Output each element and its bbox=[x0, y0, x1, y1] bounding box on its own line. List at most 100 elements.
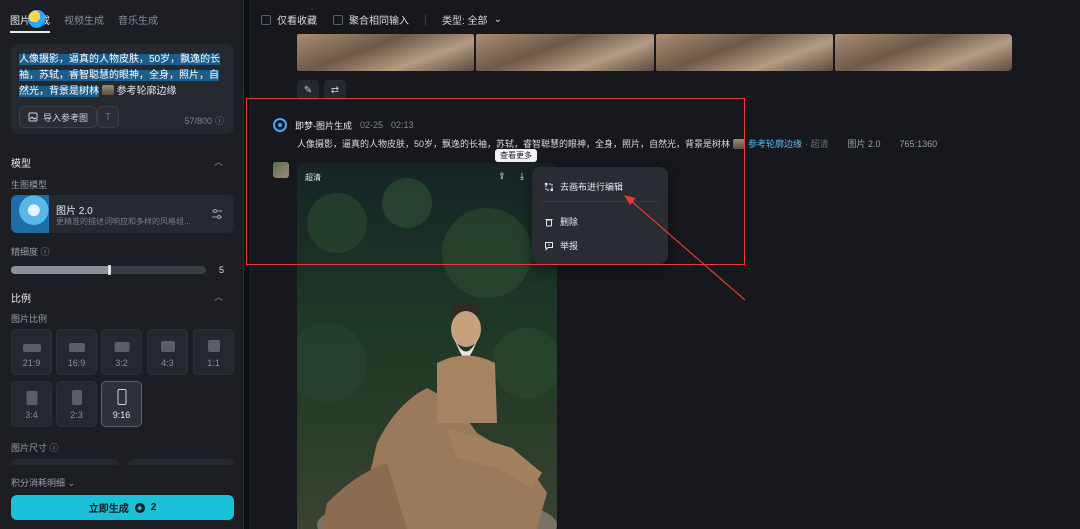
height-input[interactable] bbox=[126, 459, 234, 465]
menu-item-report[interactable]: 举报 bbox=[544, 239, 578, 252]
ratio-label: 2:3 bbox=[70, 410, 83, 420]
regenerate-button[interactable]: ⇄ bbox=[324, 80, 346, 100]
left-panel: 图片生成 视频生成 音乐生成 人像摄影，逼真的人物皮肤，50岁，飘逸的长袖，苏轼… bbox=[0, 0, 244, 529]
ratio-option-16-9[interactable]: 16:9 bbox=[56, 329, 97, 375]
model-description: 更精准的描述词响应和多样的风格组... bbox=[56, 217, 191, 226]
credit-coin-icon: ◆ bbox=[134, 502, 145, 513]
ratio-label: 9:16 bbox=[112, 410, 131, 420]
points-details-label: 积分消耗明细 bbox=[11, 478, 66, 488]
ratio-3-2-icon bbox=[114, 342, 129, 352]
canvas-edit-icon bbox=[544, 182, 554, 191]
dreamina-avatar-icon bbox=[273, 118, 287, 132]
model-name: 图片 2.0 bbox=[56, 206, 93, 217]
previous-result-image[interactable] bbox=[297, 34, 475, 71]
ratio-sub-label: 图片比例 bbox=[11, 314, 48, 324]
download-icon[interactable]: ⤓ bbox=[515, 169, 529, 183]
generate-button[interactable]: 立即生成 ◆ 2 bbox=[11, 495, 234, 520]
ratio-2-3-icon bbox=[71, 390, 82, 405]
ratio-option-9-16[interactable]: 9:16 bbox=[101, 381, 142, 427]
generation-time: 02:13 bbox=[391, 120, 414, 130]
import-reference-button[interactable]: 导入参考图 bbox=[19, 106, 98, 128]
prompt-text[interactable]: 人像摄影，逼真的人物皮肤，50岁，飘逸的长袖，苏轼，睿智聪慧的眼神，全身，照片，… bbox=[19, 52, 227, 100]
info-icon: ⓘ bbox=[49, 443, 59, 453]
checkbox-box bbox=[333, 14, 343, 25]
generation-date: 02-25 bbox=[360, 120, 384, 130]
image-size-inputs bbox=[11, 459, 234, 465]
points-details-toggle[interactable]: 积分消耗明细 ⌄ bbox=[11, 476, 75, 489]
generation-quality: · 超清 bbox=[805, 139, 829, 149]
prompt-box[interactable]: 人像摄影，逼真的人物皮肤，50岁，飘逸的长袖，苏轼，睿智聪慧的眼神，全身，照片，… bbox=[11, 44, 234, 134]
dreamina-logo-icon bbox=[28, 10, 46, 28]
model-sub-label: 生图模型 bbox=[11, 180, 48, 190]
ratio-16-9-icon bbox=[68, 343, 85, 352]
ratio-option-1-1[interactable]: 1:1 bbox=[193, 329, 234, 375]
tab-video-gen[interactable]: 视频生成 bbox=[64, 12, 104, 33]
checkbox-box bbox=[261, 14, 271, 25]
reference-thumb-icon bbox=[733, 138, 746, 149]
precision-value: 5 bbox=[219, 265, 225, 275]
only-favorites-checkbox[interactable]: 仅看收藏 bbox=[261, 12, 317, 27]
model-selector[interactable]: 图片 2.0 更精准的描述词响应和多样的风格组... bbox=[11, 195, 234, 233]
generate-cost: 2 bbox=[150, 502, 157, 513]
precision-slider[interactable] bbox=[11, 265, 206, 275]
precision-label-text: 精细度 bbox=[11, 247, 39, 257]
ratio-section-title: 比例 bbox=[11, 294, 31, 305]
merge-same-checkbox[interactable]: 聚合相同输入 bbox=[333, 12, 409, 27]
image-context-menu: 去画布进行编辑 删除 举报 bbox=[532, 167, 668, 264]
ratio-option-3-2[interactable]: 3:2 bbox=[101, 329, 142, 375]
char-counter-text: 57/800 bbox=[184, 115, 212, 126]
info-icon: ⓘ bbox=[40, 247, 50, 257]
ratio-label: 1:1 bbox=[207, 358, 220, 368]
prompt-ref-label: 参考轮廓边缘 bbox=[116, 86, 177, 97]
generation-prompt: 人像摄影，逼真的人物皮肤，50岁，飘逸的长袖，苏轼，睿智聪慧的眼神，全身，照片，… bbox=[297, 137, 937, 150]
generation-ref-label[interactable]: 参考轮廓边缘 bbox=[748, 137, 802, 150]
type-filter-dropdown[interactable]: 类型: 全部 ⌄ bbox=[442, 12, 502, 27]
generation-header: 即梦-图片生成 02-25 02:13 bbox=[273, 118, 414, 132]
pencil-icon: ✎ bbox=[303, 84, 313, 96]
generation-model: 图片 2.0 bbox=[847, 139, 881, 149]
settings-sliders-icon[interactable] bbox=[210, 207, 224, 221]
chevron-down-icon: ⌄ bbox=[67, 478, 76, 488]
menu-item-delete[interactable]: 删除 bbox=[544, 215, 578, 228]
info-icon: ⓘ bbox=[214, 116, 224, 126]
generate-label: 立即生成 bbox=[88, 504, 129, 515]
precision-slider-fill bbox=[11, 266, 109, 274]
previous-result-image[interactable] bbox=[476, 34, 654, 71]
model-section-title: 模型 bbox=[11, 159, 31, 170]
edit-prompt-button[interactable]: ✎ bbox=[297, 80, 319, 100]
ratio-option-4-3[interactable]: 4:3 bbox=[147, 329, 188, 375]
ratio-21-9-icon bbox=[22, 344, 41, 352]
merge-same-label: 聚合相同输入 bbox=[349, 16, 409, 27]
image-size-label: 图片尺寸 ⓘ bbox=[11, 441, 59, 454]
reference-avatar bbox=[273, 162, 289, 178]
precision-slider-handle[interactable] bbox=[107, 265, 111, 275]
ratio-option-3-4[interactable]: 3:4 bbox=[11, 381, 52, 427]
type-filter-label: 类型: 全部 bbox=[442, 16, 488, 27]
ratio-option-2-3[interactable]: 2:3 bbox=[56, 381, 97, 427]
image-import-icon bbox=[28, 112, 38, 122]
more-options-tooltip: 查看更多 bbox=[495, 149, 537, 162]
share-icon[interactable]: ⇪ bbox=[495, 169, 509, 183]
ratio-3-4-icon bbox=[26, 391, 37, 405]
previous-result-image[interactable] bbox=[834, 34, 1012, 71]
ratio-4-3-icon bbox=[160, 341, 175, 352]
ratio-9-16-icon bbox=[117, 389, 126, 405]
ratio-option-21-9[interactable]: 21:9 bbox=[11, 329, 52, 375]
menu-item-label: 删除 bbox=[560, 217, 579, 227]
previous-result-image[interactable] bbox=[655, 34, 833, 71]
menu-item-label: 举报 bbox=[560, 241, 579, 251]
tab-music-gen[interactable]: 音乐生成 bbox=[118, 12, 158, 33]
portrait-image-illustration bbox=[297, 178, 557, 529]
generated-image[interactable]: 超清 ⇪ ⤓ ⋯ bbox=[297, 163, 557, 529]
collapse-model-chevron-icon[interactable]: ︿ bbox=[214, 155, 223, 168]
collapse-ratio-chevron-icon[interactable]: ︿ bbox=[214, 290, 223, 303]
generation-source-name: 即梦-图片生成 bbox=[295, 120, 352, 131]
only-favorites-label: 仅看收藏 bbox=[277, 16, 317, 27]
ratio-label: 3:2 bbox=[115, 358, 128, 368]
reference-thumb-icon bbox=[101, 85, 114, 95]
menu-item-canvas-edit[interactable]: 去画布进行编辑 bbox=[544, 180, 623, 193]
width-input[interactable] bbox=[11, 459, 119, 465]
image-quality-label: 超清 bbox=[305, 173, 321, 182]
text-style-button[interactable]: T bbox=[97, 106, 119, 128]
trash-icon bbox=[545, 218, 553, 226]
